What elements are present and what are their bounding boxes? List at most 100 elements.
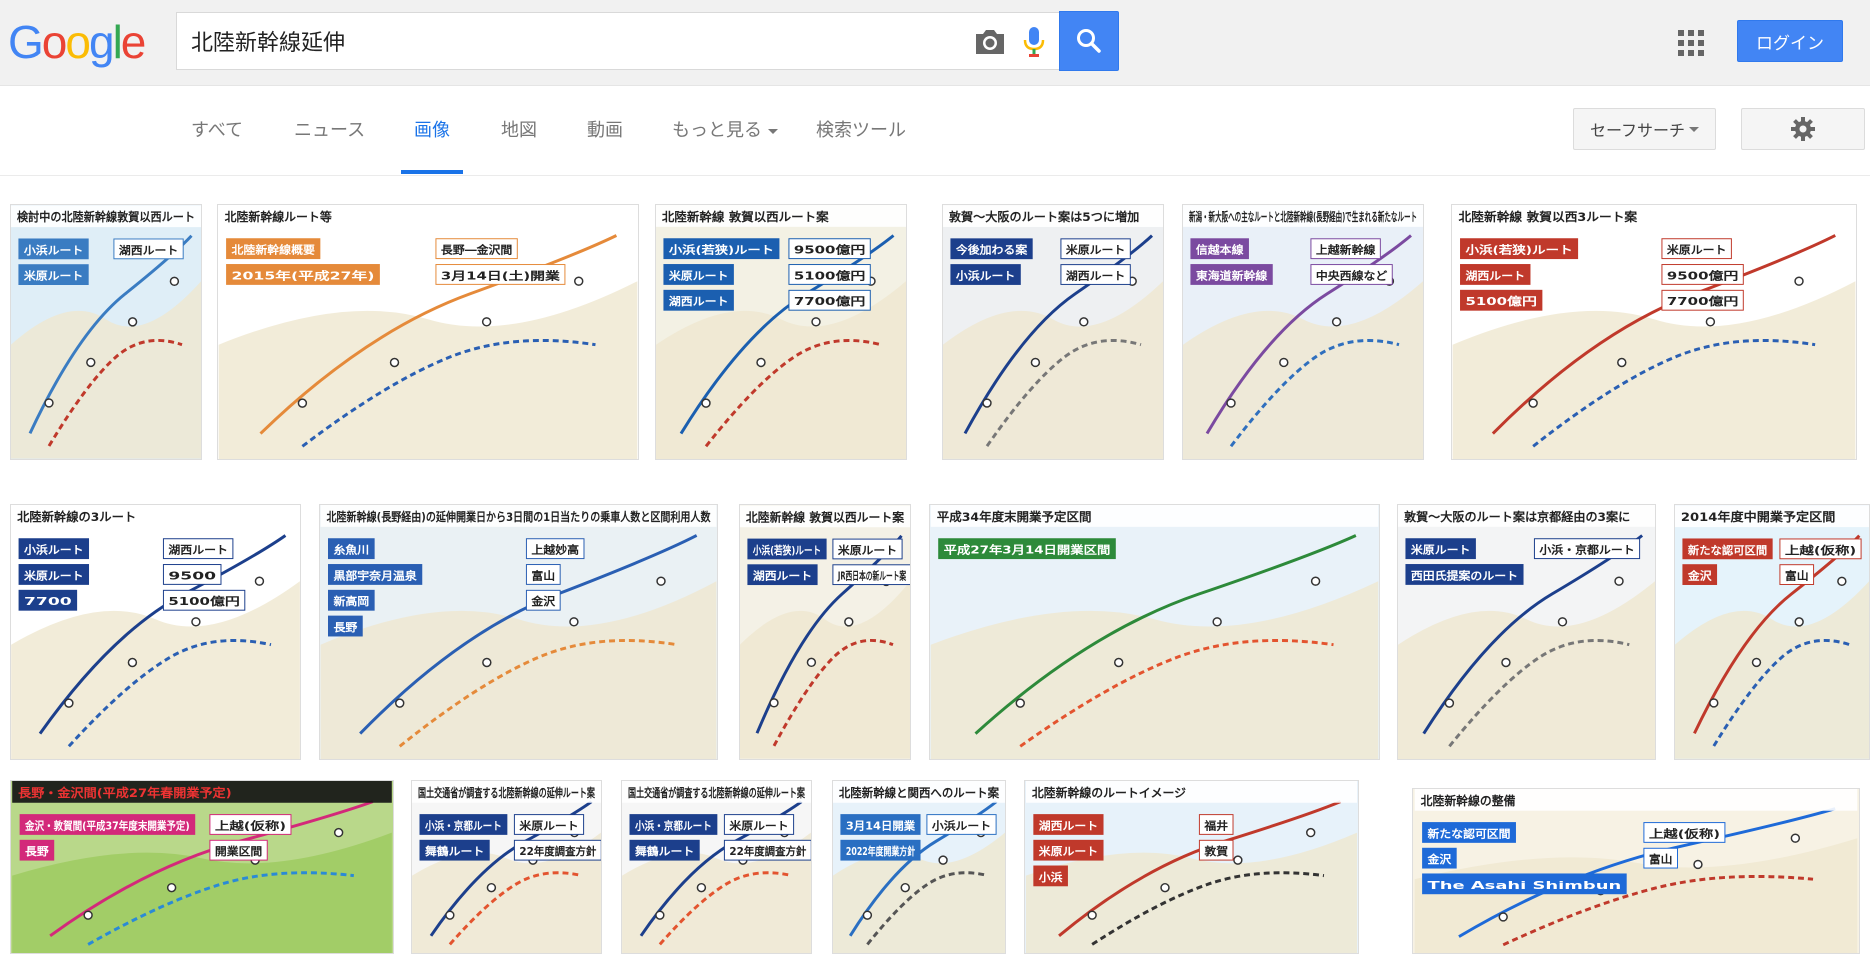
label-text: 上越(仮称) [1785, 543, 1856, 557]
label-text: 湖西ルート [168, 543, 228, 557]
google-logo[interactable]: Google [8, 14, 146, 70]
thumbnail-caption: 検討中の北陸新幹線敦賀以西ルート [17, 210, 195, 224]
station-marker [481, 317, 492, 327]
image-result[interactable]: 北陸新幹線と関西へのルート案 3月14日開業 小浜ルート 2022年度開業方針 [832, 780, 1006, 954]
label-text: 小浜ルート [956, 268, 1015, 282]
label-text: 米原ルート [668, 268, 729, 282]
label-text: 富山 [1649, 852, 1673, 866]
station-marker [83, 910, 93, 920]
label-text: 金沢 [530, 594, 555, 608]
image-result[interactable]: 北陸新幹線の整備 新たな認可区間 上越(仮称) 金沢 富山 The Asahi Shimb… [1412, 788, 1860, 954]
apps-grid-icon[interactable] [1678, 30, 1704, 56]
image-result[interactable]: 2014年度中開業予定区間 新たな認可区間 上越(仮称) 金沢 富山 [1674, 504, 1870, 760]
station-marker [395, 698, 405, 708]
station-marker [297, 398, 308, 408]
label-text: 長野 [25, 845, 49, 858]
search-input[interactable] [191, 13, 971, 69]
label-text: 東海道新幹線 [1196, 268, 1268, 282]
map-thumbnail: 2014年度中開業予定区間新たな認可区間 上越(仮称) 金沢 富山 [1675, 505, 1869, 759]
thumbnail-caption: 2014年度中開業予定区間 [1681, 510, 1836, 524]
image-result[interactable]: 北陸新幹線の3ルート 小浜ルート 湖西ルート 米原ルート 9500 7700 5100億円 [10, 504, 301, 760]
label-text: 平成27年3月14日開業区間 [944, 543, 1111, 557]
label-text: 開業区間 [215, 844, 263, 858]
login-button[interactable]: ログイン [1737, 20, 1843, 62]
station-marker [1501, 657, 1511, 668]
station-marker [127, 657, 138, 668]
label-text: 新たな認可区間 [1688, 543, 1767, 557]
map-thumbnail: 長野・金沢間(平成27年春開業予定) 金沢・敦賀間(平成37年度末開業予定) 上越(… [12, 781, 392, 953]
thumbnail-caption: 北陸新幹線 敦賀以西3ルート案 [1459, 210, 1639, 224]
label-text: 金沢・敦賀間(平成37年度末開業予定) [24, 818, 190, 832]
tab-videos[interactable]: 動画 [587, 116, 623, 174]
tab-all[interactable]: すべて [191, 116, 243, 174]
station-marker [1030, 357, 1041, 368]
image-result[interactable]: 北陸新幹線 敦賀以西ルート案 小浜(若狭)ルート 9500億円 米原ルート 5100億円… [655, 204, 907, 460]
microphone-icon[interactable] [1019, 25, 1049, 59]
station-marker [1751, 657, 1762, 668]
label-text: 小浜(若狭)ルート [1464, 243, 1572, 257]
label-text: 米原ルート [519, 818, 578, 832]
station-marker [1790, 833, 1801, 843]
image-result[interactable]: 北陸新幹線 敦賀以西3ルート案 小浜(若狭)ルート 米原ルート 湖西ルート 9500億円… [1451, 204, 1857, 460]
image-result[interactable]: 平成34年度末開業予定区間 平成27年3月14日開業区間 [929, 504, 1380, 760]
station-marker [811, 317, 821, 327]
safesearch-label: セーフサーチ [1589, 121, 1686, 140]
station-marker [482, 657, 492, 668]
label-text: 9500 [168, 569, 216, 582]
image-result[interactable]: 北陸新幹線のルートイメージ 湖西ルート 福井 米原ルート 敦賀 小浜 [1024, 780, 1359, 954]
map-thumbnail: 北陸新幹線 敦賀以西ルート案小浜(若狭)ルート 9500億円米原ルート 5100億円… [656, 205, 906, 459]
map-thumbnail: 国土交通省が調査する北陸新幹線の延伸ルート案小浜・京都ルート 米原ルート舞鶴ルート… [622, 781, 811, 953]
image-result[interactable]: 国土交通省が調査する北陸新幹線の延伸ルート案 小浜・京都ルート 米原ルート 舞鶴ルート… [411, 780, 602, 954]
settings-button[interactable] [1741, 108, 1865, 150]
search-box [176, 12, 1060, 70]
image-result[interactable]: 北陸新幹線(長野経由)の延伸開業日から3日間の1日当たりの乗車人数と区間利用人数… [319, 504, 718, 760]
label-text: 金沢 [1687, 569, 1712, 583]
label-text: 9500億円 [794, 243, 866, 257]
image-result[interactable]: 検討中の北陸新幹線敦賀以西ルート 小浜ルート 湖西ルート 米原ルート [10, 204, 202, 460]
label-text: 湖西ルート [1066, 268, 1125, 282]
station-marker [1557, 617, 1568, 627]
image-result[interactable]: 敦賀～大阪のルート案は5つに増加 今後加わる案 米原ルート 小浜ルート 湖西ルート [942, 204, 1164, 460]
tab-label: もっと見る [672, 116, 778, 146]
label-text: 2022年度開業方針 [846, 844, 915, 858]
image-result[interactable]: 敦賀～大阪のルート案は京都経由の3案に 米原ルート 小浜・京都ルート 西田氏提案のルー… [1397, 504, 1656, 760]
label-text: 9500億円 [1667, 268, 1739, 282]
station-marker [1226, 398, 1236, 408]
label-text: 米原ルート [1039, 844, 1098, 858]
map-thumbnail: 北陸新幹線の整備新たな認可区間 上越(仮称) 金沢 富山 The Asahi Shimb… [1414, 789, 1858, 953]
station-marker [1528, 398, 1538, 408]
label-text: 舞鶴ルート [425, 844, 484, 858]
thumbnail-caption: 北陸新幹線と関西へのルート案 [839, 786, 999, 800]
label-text: 上越(仮称) [1649, 826, 1720, 840]
search-button[interactable] [1059, 11, 1119, 71]
image-result[interactable]: 新潟・新大阪への主なルートと北陸新幹線(長野経由)で生まれる新たなルート 信越本線… [1182, 204, 1424, 460]
label-text: 米原ルート [23, 568, 84, 582]
station-marker [701, 398, 711, 408]
image-result[interactable]: 長野・金沢間(平成27年春開業予定) 金沢・敦賀間(平成37年度末開業予定) 上越(… [10, 780, 394, 954]
map-thumbnail: 敦賀～大阪のルート案は京都経由の3案に米原ルート 小浜・京都ルート西田氏提案のルー… [1398, 505, 1655, 759]
station-marker [1113, 657, 1124, 668]
station-marker [900, 882, 910, 893]
gear-icon [1791, 117, 1815, 141]
thumbnail-caption: 長野・金沢間(平成27年春開業予定) [18, 786, 232, 800]
image-result[interactable]: 北陸新幹線 敦賀以西ルート案 小浜(若狭)ルート 米原ルート 湖西ルート JR西日本の新… [739, 504, 911, 760]
station-marker [1705, 317, 1716, 327]
label-text: 小浜ルート [932, 818, 991, 832]
station-marker [982, 398, 992, 408]
tab-more[interactable]: もっと見る [672, 116, 778, 174]
image-result[interactable]: 北陸新幹線ルート等 北陸新幹線概要 長野―金沢間 2015年(平成27年) 3月14日(… [217, 204, 639, 460]
label-text: 米原ルート [1066, 243, 1125, 257]
station-marker [1310, 576, 1321, 586]
map-thumbnail: 新潟・新大阪への主なルートと北陸新幹線(長野経由)で生まれる新たなルート信越本線… [1183, 205, 1423, 459]
safesearch-button[interactable]: セーフサーチ [1573, 108, 1716, 150]
map-thumbnail: 検討中の北陸新幹線敦賀以西ルート小浜ルート 湖西ルート米原ルート [11, 205, 201, 459]
tab-images[interactable]: 画像 [401, 116, 463, 174]
label-text: 米原ルート [838, 543, 897, 557]
tab-news[interactable]: ニュース [294, 116, 365, 174]
logo-letter: o [41, 16, 68, 68]
image-result[interactable]: 国土交通省が調査する北陸新幹線の延伸ルート案 小浜・京都ルート 米原ルート 舞鶴ルート… [621, 780, 812, 954]
tab-search-tools[interactable]: 検索ツール [816, 116, 906, 174]
tab-maps[interactable]: 地図 [501, 116, 537, 174]
label-text: 小浜・京都ルート [1538, 543, 1634, 557]
camera-icon[interactable] [973, 27, 1007, 57]
